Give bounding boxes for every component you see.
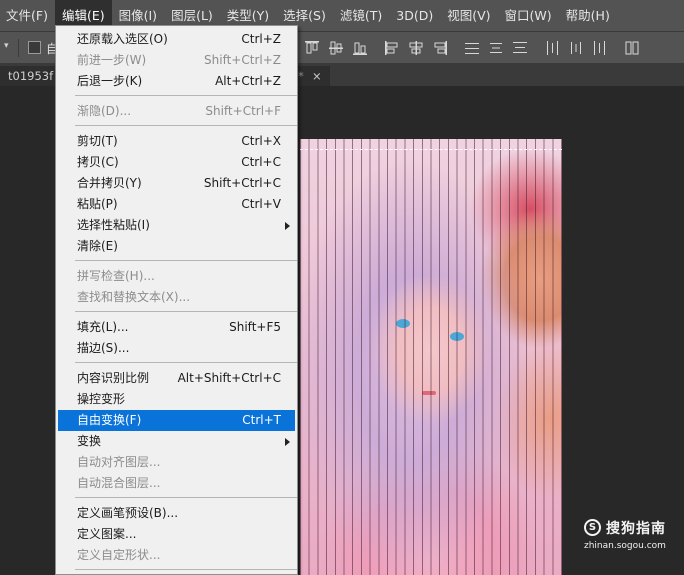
menu-item-puppet-warp[interactable]: 操控变形	[58, 389, 295, 410]
menu-3d[interactable]: 3D(D)	[389, 0, 440, 31]
menu-separator	[75, 125, 297, 126]
menu-item-auto-align-layers[interactable]: 自动对齐图层...	[58, 452, 295, 473]
canvas-image[interactable]	[300, 139, 562, 575]
menu-item-stroke[interactable]: 描边(S)...	[58, 338, 295, 359]
auto-align-layers-icon[interactable]	[624, 40, 640, 56]
menu-separator	[75, 362, 297, 363]
menu-window[interactable]: 窗口(W)	[498, 0, 559, 31]
menu-item-copy-merged[interactable]: 合并拷贝(Y) Shift+Ctrl+C	[58, 173, 295, 194]
menu-file[interactable]: 文件(F)	[0, 0, 55, 31]
menu-separator	[75, 95, 297, 96]
options-divider	[18, 39, 19, 57]
watermark-name: 搜狗指南	[606, 521, 666, 537]
menu-item-copy[interactable]: 拷贝(C) Ctrl+C	[58, 152, 295, 173]
auto-select-checkbox[interactable]	[28, 41, 41, 54]
menu-separator	[75, 260, 297, 261]
align-horizontal-centers-icon[interactable]	[408, 40, 424, 56]
menu-separator	[75, 497, 297, 498]
submenu-arrow-icon	[285, 222, 290, 230]
distribute-horizontal-centers-icon[interactable]	[568, 40, 584, 56]
align-vertical-centers-icon[interactable]	[328, 40, 344, 56]
menu-separator	[75, 569, 297, 570]
align-right-edges-icon[interactable]	[432, 40, 448, 56]
menu-item-clear[interactable]: 清除(E)	[58, 236, 295, 257]
menu-item-step-backward[interactable]: 后退一步(K) Alt+Ctrl+Z	[58, 71, 295, 92]
align-bottom-edges-icon[interactable]	[352, 40, 368, 56]
align-top-edges-icon[interactable]	[304, 40, 320, 56]
menu-item-paste-special[interactable]: 选择性粘贴(I)	[58, 215, 295, 236]
menu-item-fade[interactable]: 渐隐(D)... Shift+Ctrl+F	[58, 101, 295, 122]
menu-item-cut[interactable]: 剪切(T) Ctrl+X	[58, 131, 295, 152]
distribute-left-edges-icon[interactable]	[544, 40, 560, 56]
distribute-bottom-edges-icon[interactable]	[512, 40, 528, 56]
menu-item-undo[interactable]: 还原载入选区(O) Ctrl+Z	[58, 29, 295, 50]
document-modified-marker: *	[298, 69, 304, 83]
menu-item-auto-blend-layers[interactable]: 自动混合图层...	[58, 473, 295, 494]
distribute-top-edges-icon[interactable]	[464, 40, 480, 56]
align-left-edges-icon[interactable]	[384, 40, 400, 56]
align-toolbar	[304, 38, 648, 58]
menu-item-paste[interactable]: 粘贴(P) Ctrl+V	[58, 194, 295, 215]
edit-menu-dropdown: 还原载入选区(O) Ctrl+Z 前进一步(W) Shift+Ctrl+Z 后退…	[55, 25, 298, 575]
menu-item-define-custom-shape[interactable]: 定义自定形状...	[58, 545, 295, 566]
menu-item-define-pattern[interactable]: 定义图案...	[58, 524, 295, 545]
close-tab-icon[interactable]: ×	[312, 66, 322, 86]
menu-item-define-brush-preset[interactable]: 定义画笔预设(B)...	[58, 503, 295, 524]
image-stripe-pattern	[300, 139, 562, 575]
menu-item-check-spelling[interactable]: 拼写检查(H)...	[58, 266, 295, 287]
menu-item-step-forward[interactable]: 前进一步(W) Shift+Ctrl+Z	[58, 50, 295, 71]
sogou-watermark: S 搜狗指南 zhinan.sogou.com	[584, 518, 684, 558]
selection-marquee	[300, 149, 562, 150]
sogou-logo-icon: S	[584, 519, 601, 536]
menu-view[interactable]: 视图(V)	[440, 0, 497, 31]
menu-item-transform[interactable]: 变换	[58, 431, 295, 452]
menu-filter[interactable]: 滤镜(T)	[333, 0, 389, 31]
distribute-vertical-centers-icon[interactable]	[488, 40, 504, 56]
menu-item-free-transform[interactable]: 自由变换(F) Ctrl+T	[58, 410, 295, 431]
tool-preset-dropdown-icon[interactable]: ▾	[4, 41, 9, 51]
submenu-arrow-icon	[285, 438, 290, 446]
menu-item-content-aware-scale[interactable]: 内容识别比例 Alt+Shift+Ctrl+C	[58, 368, 295, 389]
watermark-domain: zhinan.sogou.com	[584, 541, 666, 551]
document-tab-title: t01953f	[8, 69, 54, 83]
menu-separator	[75, 311, 297, 312]
menu-item-fill[interactable]: 填充(L)... Shift+F5	[58, 317, 295, 338]
menu-help[interactable]: 帮助(H)	[559, 0, 617, 31]
distribute-right-edges-icon[interactable]	[592, 40, 608, 56]
menu-item-find-replace-text[interactable]: 查找和替换文本(X)...	[58, 287, 295, 308]
